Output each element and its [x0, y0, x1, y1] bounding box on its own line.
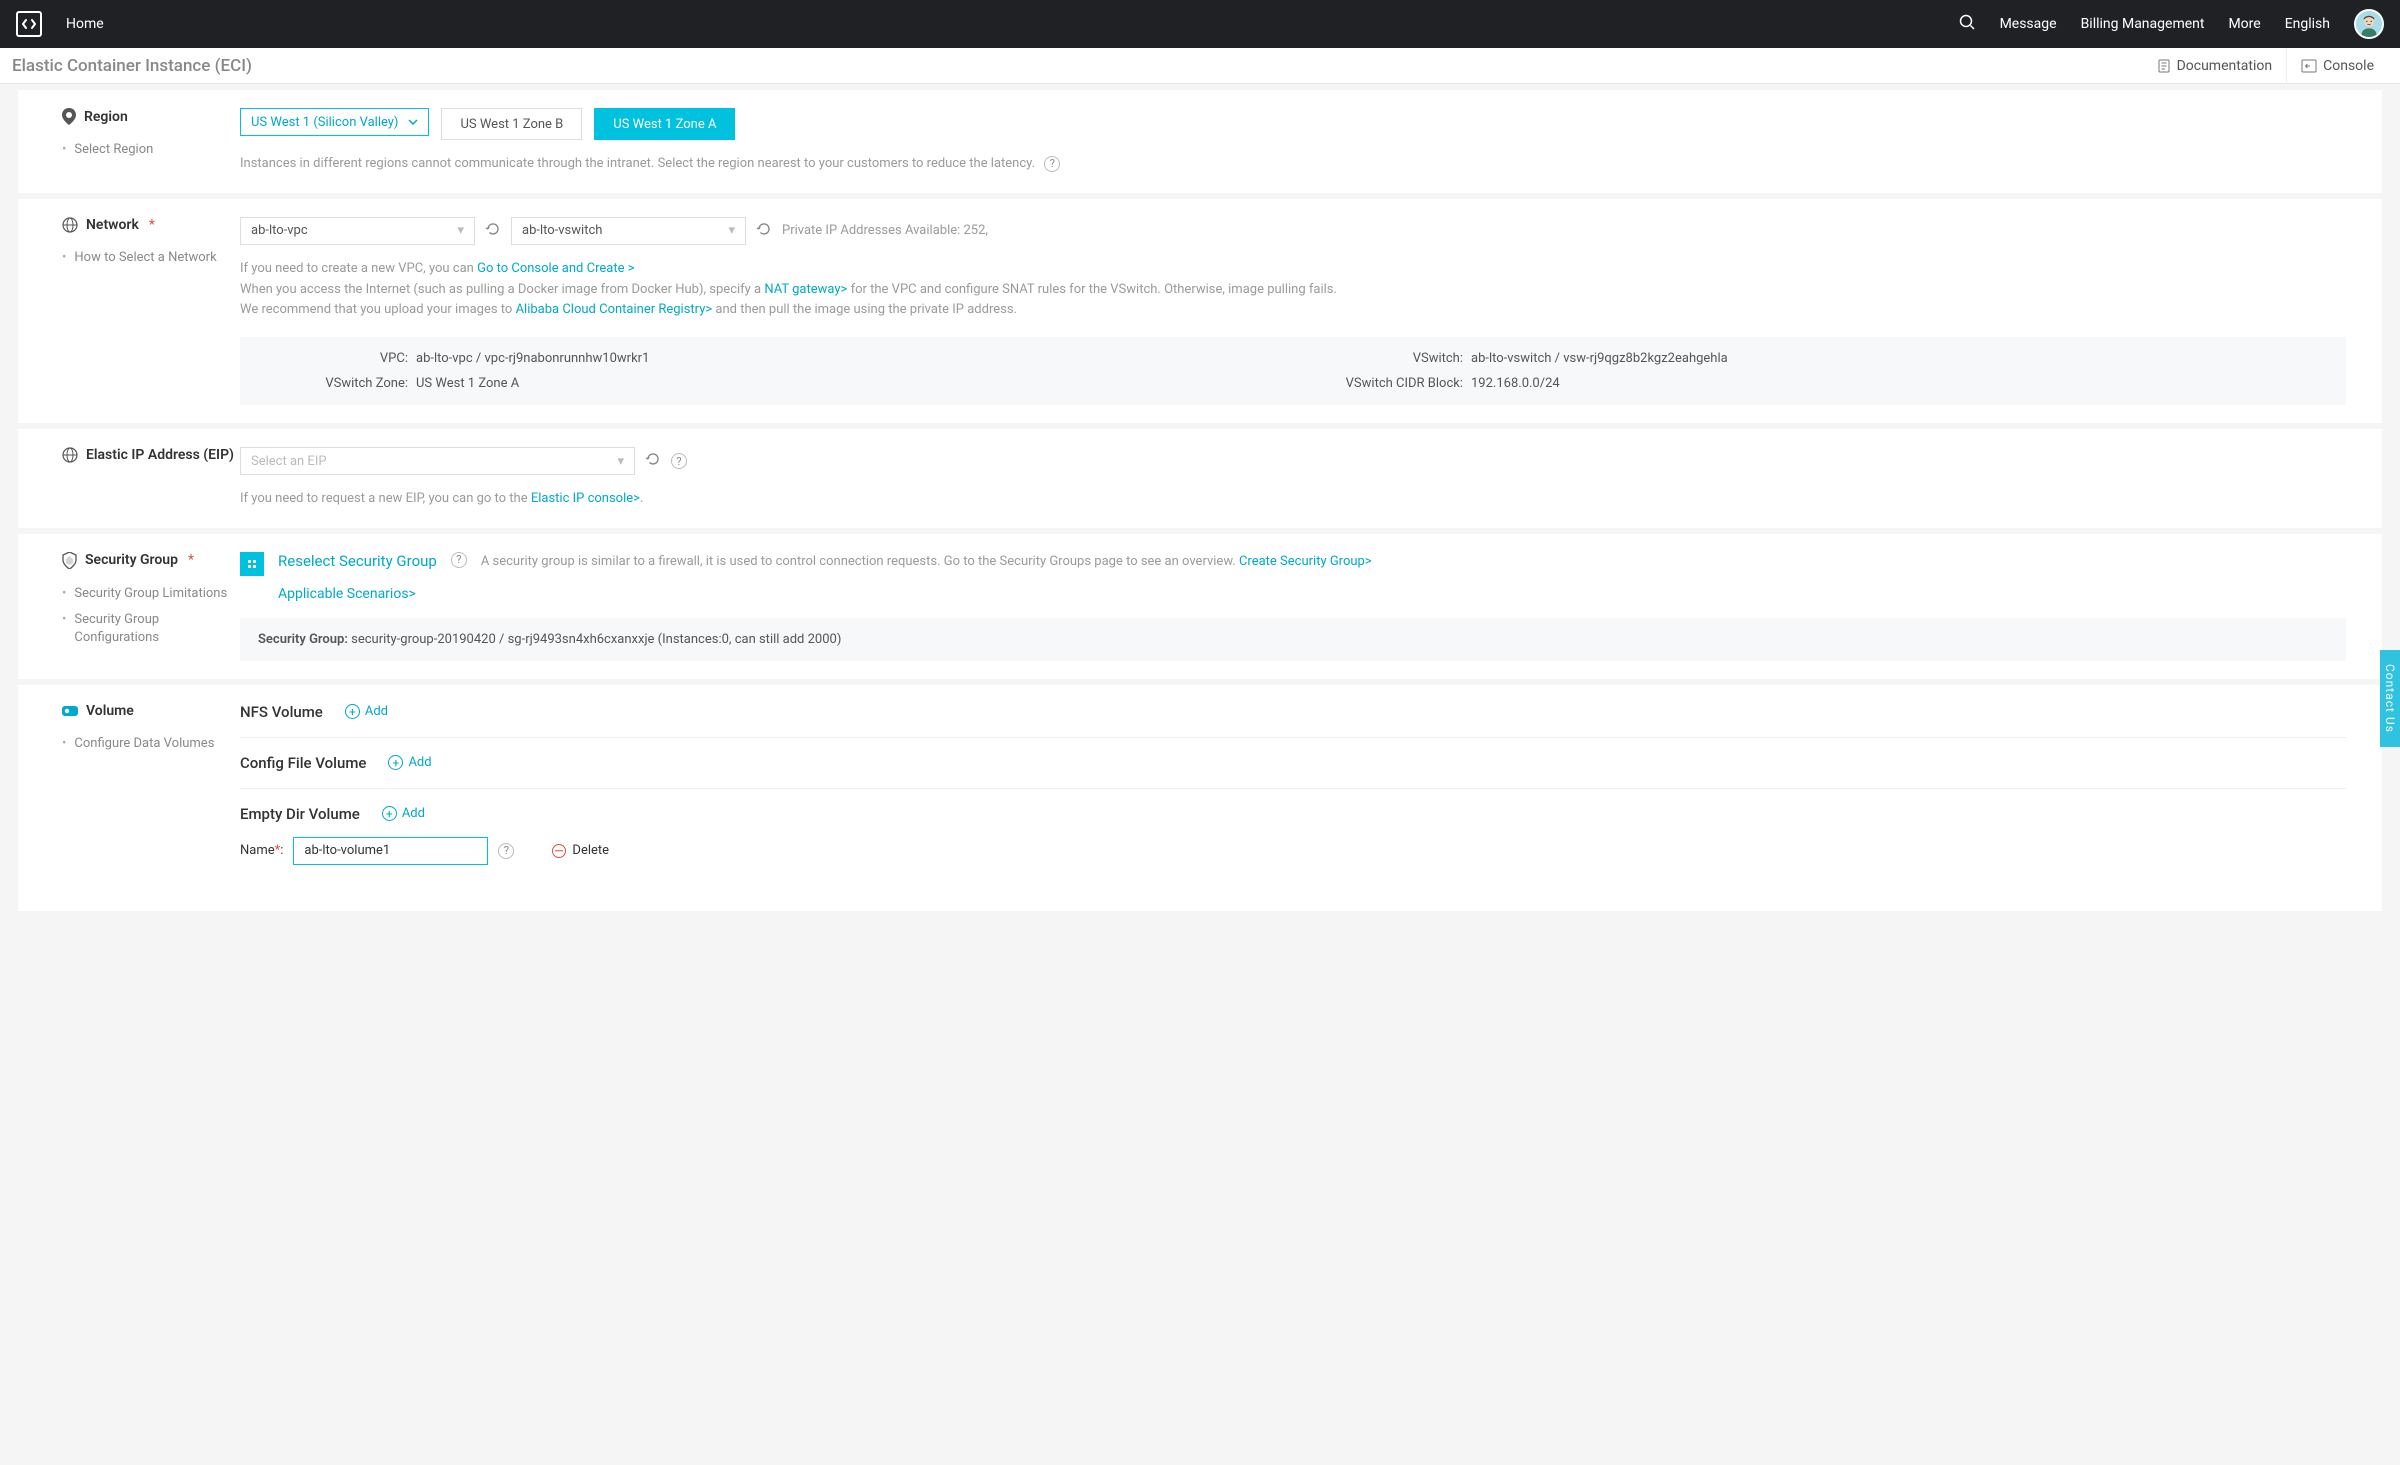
nfs-volume-label: NFS Volume	[240, 703, 323, 721]
go-to-console-link[interactable]: Go to Console and Create >	[477, 261, 634, 276]
region-dropdown[interactable]: US West 1 (Silicon Valley)	[240, 108, 429, 136]
search-icon[interactable]	[1959, 14, 1976, 35]
name-label: Name	[240, 843, 275, 858]
contact-us-tab[interactable]: Contact Us	[2380, 650, 2400, 747]
documentation-label: Documentation	[2177, 58, 2273, 74]
create-sg-link[interactable]: Create Security Group>	[1239, 554, 1372, 569]
volume-title: Volume	[86, 703, 134, 719]
nav-billing[interactable]: Billing Management	[2081, 16, 2205, 32]
reselect-sg-link[interactable]: Reselect Security Group	[278, 552, 437, 570]
config-file-volume-label: Config File Volume	[240, 754, 366, 772]
eip-title: Elastic IP Address (EIP)	[86, 447, 234, 463]
console-link[interactable]: Console	[2286, 48, 2388, 84]
vpc-select-value: ab-lto-vpc	[251, 223, 308, 238]
vswitch-value: ab-lto-vswitch / vsw-rj9qgz8b2kgz2eahgeh…	[1471, 351, 1728, 366]
select-region-link[interactable]: Select Region	[74, 141, 153, 159]
sg-grid-icon[interactable]	[240, 552, 264, 576]
minus-icon	[552, 844, 566, 858]
plus-icon: +	[345, 704, 360, 719]
console-label: Console	[2323, 58, 2374, 74]
vpc-select[interactable]: ab-lto-vpc ▾	[240, 217, 475, 245]
applicable-scenarios-link[interactable]: Applicable Scenarios>	[278, 586, 416, 602]
nav-home[interactable]: Home	[66, 16, 104, 32]
network-card: Network * How to Select a Network ab-lto…	[18, 199, 2382, 423]
eip-console-link[interactable]: Elastic IP console>	[531, 491, 640, 506]
network-title: Network	[86, 217, 139, 233]
add-config-file-button[interactable]: + Add	[388, 755, 431, 770]
eip-refresh-icon[interactable]	[645, 451, 661, 471]
volume-card: Volume Configure Data Volumes NFS Volume…	[18, 685, 2382, 911]
container-registry-link[interactable]: Alibaba Cloud Container Registry>	[516, 302, 713, 317]
vswitch-select-value: ab-lto-vswitch	[522, 223, 602, 238]
empty-dir-volume-label: Empty Dir Volume	[240, 805, 360, 823]
nav-more[interactable]: More	[2228, 16, 2260, 32]
shield-icon	[62, 552, 77, 569]
help-icon[interactable]: ?	[451, 552, 467, 568]
volume-icon	[62, 704, 78, 718]
volume-name-input[interactable]	[293, 837, 488, 865]
sub-header: Elastic Container Instance (ECI) Documen…	[0, 48, 2400, 84]
vpc-value: ab-lto-vpc / vpc-rj9nabonrunnhw10wrkr1	[416, 351, 649, 366]
vswitch-refresh-icon[interactable]	[756, 221, 772, 241]
globe-icon	[62, 217, 78, 233]
help-icon[interactable]: ?	[671, 453, 687, 469]
sg-configurations-link[interactable]: Security Group Configurations	[74, 611, 240, 647]
region-selected-label: US West 1 (Silicon Valley)	[251, 115, 398, 130]
eip-placeholder: Select an EIP	[251, 454, 327, 469]
globe-icon	[62, 447, 78, 463]
zone-b-button[interactable]: US West 1 Zone B	[441, 108, 582, 140]
sg-title: Security Group	[85, 552, 178, 568]
caret-down-icon: ▾	[457, 223, 464, 238]
sg-limitations-link[interactable]: Security Group Limitations	[74, 585, 227, 603]
logo[interactable]	[16, 11, 42, 37]
eip-card: Elastic IP Address (EIP) Select an EIP ▾…	[18, 429, 2382, 528]
network-info-box: VPC:ab-lto-vpc / vpc-rj9nabonrunnhw10wrk…	[240, 337, 2346, 405]
add-nfs-button[interactable]: + Add	[345, 704, 388, 719]
delete-volume-button[interactable]: Delete	[552, 843, 609, 858]
caret-down-icon: ▾	[728, 223, 735, 238]
top-nav: Home Message Billing Management More Eng…	[0, 0, 2400, 48]
help-icon[interactable]: ?	[498, 843, 514, 859]
security-group-card: Security Group * Security Group Limitati…	[18, 534, 2382, 679]
vpc-refresh-icon[interactable]	[485, 221, 501, 241]
vswitch-zone-value: US West 1 Zone A	[416, 376, 519, 391]
region-hint: Instances in different regions cannot co…	[240, 156, 1035, 171]
page-title: Elastic Container Instance (ECI)	[12, 56, 252, 76]
sg-info-box: Security Group: security-group-20190420 …	[240, 618, 2346, 661]
document-icon	[2157, 59, 2171, 73]
region-card: Region Select Region US West 1 (Silicon …	[18, 90, 2382, 193]
plus-icon: +	[388, 755, 403, 770]
nat-gateway-link[interactable]: NAT gateway>	[764, 282, 847, 297]
documentation-link[interactable]: Documentation	[2143, 48, 2287, 84]
vswitch-cidr-value: 192.168.0.0/24	[1471, 376, 1560, 391]
vswitch-select[interactable]: ab-lto-vswitch ▾	[511, 217, 746, 245]
how-to-select-network-link[interactable]: How to Select a Network	[74, 249, 216, 267]
caret-down-icon: ▾	[617, 454, 624, 469]
add-empty-dir-button[interactable]: + Add	[382, 806, 425, 821]
plus-icon: +	[382, 806, 397, 821]
avatar[interactable]	[2354, 9, 2384, 39]
region-title: Region	[84, 109, 128, 125]
console-icon	[2301, 59, 2317, 73]
location-icon	[62, 108, 76, 125]
configure-volumes-link[interactable]: Configure Data Volumes	[74, 735, 214, 753]
help-icon[interactable]: ?	[1044, 156, 1060, 172]
zone-a-button[interactable]: US West 1 Zone A	[594, 108, 735, 140]
private-ip-available: Private IP Addresses Available: 252,	[782, 223, 988, 238]
sg-value: security-group-20190420 / sg-rj9493sn4xh…	[351, 632, 841, 647]
nav-language[interactable]: English	[2285, 16, 2330, 32]
nav-message[interactable]: Message	[2000, 16, 2057, 32]
eip-select[interactable]: Select an EIP ▾	[240, 447, 635, 475]
chevron-down-icon	[408, 119, 418, 125]
